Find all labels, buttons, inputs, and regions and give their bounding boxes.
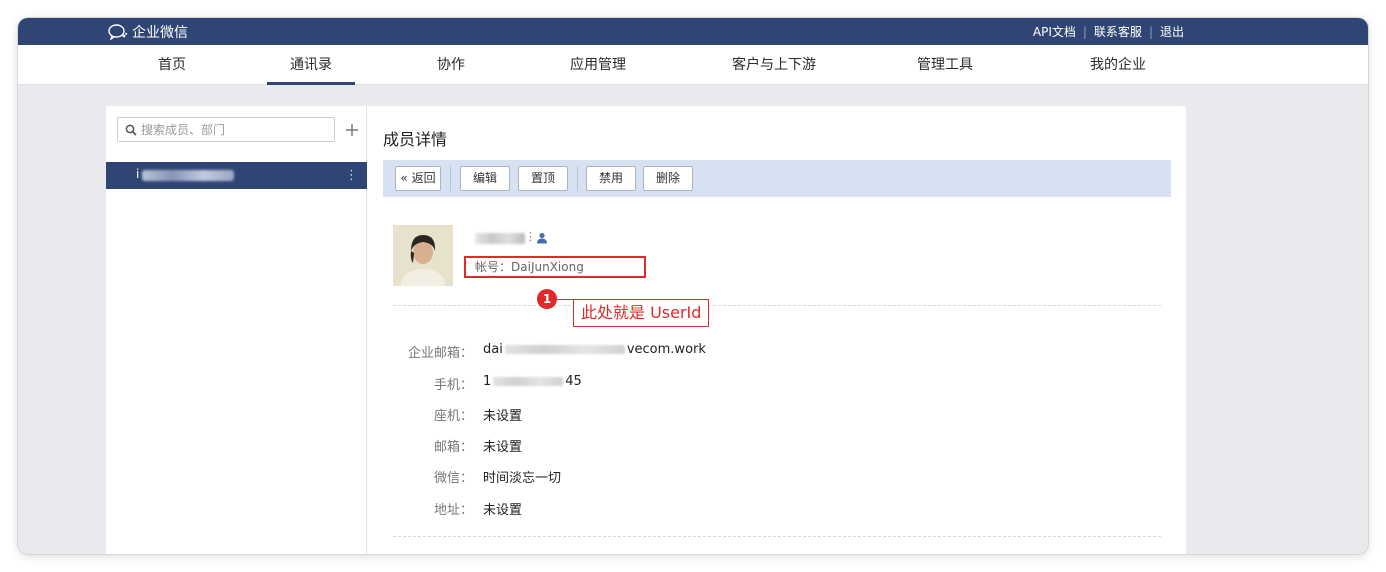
field-label: 座机： — [433, 409, 473, 424]
field-value: dai vecom.work — [483, 342, 706, 357]
nav-collaboration[interactable]: 协作 — [423, 45, 479, 85]
sidebar: i ⋮ — [106, 106, 367, 554]
field-value: 未设置 — [483, 409, 523, 424]
account-value: DaiJunXiong — [511, 260, 584, 274]
person-icon — [537, 232, 547, 244]
nav-my-company[interactable]: 我的企业 — [1078, 45, 1158, 85]
member-initial: i — [136, 167, 140, 181]
top-bar: 企业微信 API文档 | 联系客服 | 退出 — [18, 18, 1368, 45]
back-button[interactable]: « 返回 — [395, 166, 441, 191]
annotation-callout: 此处就是 UserId — [573, 299, 710, 327]
annotation-badge: 1 — [537, 289, 557, 309]
logout-link[interactable]: 退出 — [1160, 23, 1184, 40]
nav-customers[interactable]: 客户与上下游 — [720, 45, 828, 85]
account-id-highlight: 帐号：DaiJunXiong — [464, 256, 646, 278]
search-icon — [125, 124, 137, 136]
search-input[interactable] — [141, 122, 331, 137]
delete-button[interactable]: 删除 — [643, 166, 693, 191]
annotation-connector — [557, 299, 573, 300]
separator: | — [1082, 24, 1087, 39]
search-box[interactable] — [117, 117, 335, 142]
field-address: 地址： 未设置 — [383, 499, 803, 518]
nav-home[interactable]: 首页 — [144, 45, 200, 85]
field-value: 未设置 — [483, 503, 523, 518]
member-list-item-selected[interactable]: i ⋮ — [106, 162, 367, 189]
contact-support-link[interactable]: 联系客服 — [1094, 23, 1142, 40]
field-email: 邮箱： 未设置 — [383, 436, 803, 455]
field-label: 企业邮箱： — [407, 346, 473, 361]
redacted-text — [504, 345, 625, 354]
member-avatar — [393, 225, 453, 286]
app-logo[interactable]: 企业微信 — [108, 18, 188, 45]
disable-button[interactable]: 禁用 — [586, 166, 636, 191]
app-window: 企业微信 API文档 | 联系客服 | 退出 首页 通讯录 协作 应用管理 客户… — [18, 18, 1368, 554]
member-name-redacted — [142, 170, 234, 181]
member-name-redacted — [475, 233, 525, 244]
field-label: 手机： — [433, 378, 473, 393]
field-label: 地址： — [433, 503, 473, 518]
separator: | — [1148, 24, 1153, 39]
field-label: 邮箱： — [433, 440, 473, 455]
account-label: 帐号： — [475, 260, 512, 274]
field-value: 未设置 — [483, 440, 523, 455]
avatar-photo — [393, 225, 453, 286]
nav-admin-tools[interactable]: 管理工具 — [905, 45, 985, 85]
detail-toolbar: « 返回 编辑 置顶 禁用 删除 — [383, 160, 1171, 197]
add-button[interactable] — [342, 117, 362, 142]
nav-contacts[interactable]: 通讯录 — [267, 45, 355, 85]
main-nav: 首页 通讯录 协作 应用管理 客户与上下游 管理工具 我的企业 — [18, 45, 1368, 85]
field-value: 1 45 — [483, 374, 582, 389]
field-landline: 座机： 未设置 — [383, 405, 803, 424]
field-mobile: 手机： 1 45 — [383, 374, 803, 393]
field-value: 时间淡忘一切 — [483, 471, 562, 486]
member-detail: 成员详情 « 返回 编辑 置顶 禁用 删除 ⋮ 帐号：DaiJunXiong 1… — [383, 106, 1171, 554]
pin-button[interactable]: 置顶 — [518, 166, 568, 191]
redacted-text — [493, 377, 564, 386]
nav-app-management[interactable]: 应用管理 — [558, 45, 638, 85]
app-title: 企业微信 — [132, 24, 188, 41]
top-links: API文档 | 联系客服 | 退出 — [1033, 18, 1184, 45]
toolbar-divider — [577, 166, 578, 191]
field-wechat: 微信： 时间淡忘一切 — [383, 467, 803, 486]
main-panel: i ⋮ 成员详情 « 返回 编辑 置顶 禁用 删除 — [106, 106, 1186, 554]
field-work-email: 企业邮箱： dai vecom.work — [383, 342, 803, 361]
divider — [393, 536, 1161, 537]
more-options-icon[interactable]: ⋮ — [345, 162, 358, 189]
page-title: 成员详情 — [383, 130, 448, 149]
name-separator: ⋮ — [525, 230, 536, 243]
field-label: 微信： — [433, 471, 473, 486]
toolbar-divider — [450, 166, 451, 191]
wecom-logo-icon — [108, 23, 128, 40]
api-docs-link[interactable]: API文档 — [1033, 23, 1076, 40]
divider — [393, 305, 1161, 306]
plus-icon — [346, 123, 358, 136]
edit-button[interactable]: 编辑 — [460, 166, 510, 191]
